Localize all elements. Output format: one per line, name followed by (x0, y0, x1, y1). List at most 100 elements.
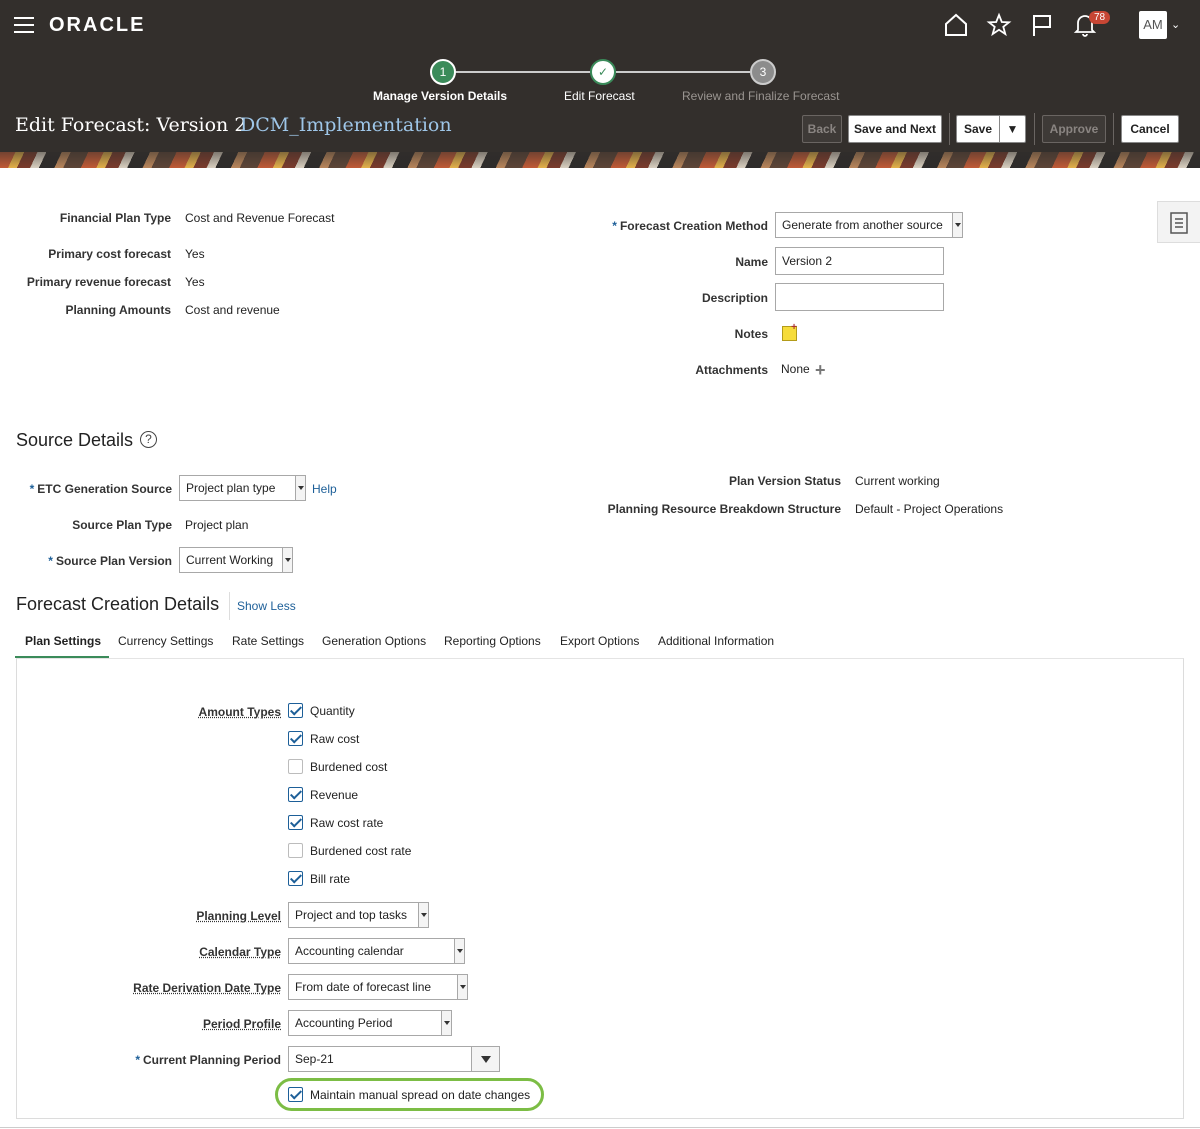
page-title: Edit Forecast: Version 2 (15, 114, 247, 136)
required-indicator: * (48, 554, 53, 568)
description-field[interactable] (775, 283, 944, 311)
calendar-type-select[interactable]: Accounting calendar (288, 938, 465, 964)
source-plan-version-select[interactable]: Current Working (179, 547, 293, 573)
heading-separator (229, 592, 230, 620)
save-and-next-button[interactable]: Save and Next (848, 115, 942, 143)
forecast-creation-method-select[interactable]: Generate from another source (775, 212, 963, 238)
raw-cost-checkbox[interactable] (288, 731, 303, 746)
current-planning-period-select[interactable]: Sep-21 (288, 1046, 500, 1072)
tab-generation-options[interactable]: Generation Options (322, 634, 426, 648)
dropdown-arrow-icon[interactable] (454, 939, 464, 963)
show-less-link[interactable]: Show Less (237, 599, 296, 613)
add-attachment-icon[interactable]: + (815, 361, 826, 379)
home-icon[interactable] (943, 12, 969, 38)
rate-derivation-date-type-label: Rate Derivation Date Type (133, 981, 281, 995)
train-step-1[interactable]: 1 (430, 59, 456, 85)
user-avatar[interactable]: AM (1139, 11, 1167, 39)
flag-icon[interactable] (1029, 12, 1055, 38)
notes-label: Notes (734, 327, 768, 341)
name-field[interactable]: Version 2 (775, 247, 944, 275)
dropdown-arrow-icon[interactable] (282, 548, 292, 572)
train-step-1-label[interactable]: Manage Version Details (373, 89, 507, 103)
description-label: Description (701, 291, 768, 305)
menu-icon[interactable] (14, 17, 34, 33)
prbs-value: Default - Project Operations (855, 502, 1004, 516)
primary-revenue-label: Primary revenue forecast (26, 275, 171, 289)
revenue-checkbox[interactable] (288, 787, 303, 802)
burdened-cost-rate-label: Burdened cost rate (310, 844, 412, 858)
source-details-heading: Source Details (16, 430, 134, 450)
chevron-down-icon[interactable]: ⌄ (1171, 18, 1180, 31)
attachments-label: Attachments (695, 363, 768, 377)
source-plan-type-value: Project plan (185, 518, 249, 532)
tab-rate-settings[interactable]: Rate Settings (232, 634, 304, 648)
dropdown-arrow-icon[interactable] (441, 1011, 451, 1035)
add-note-icon[interactable] (782, 322, 797, 341)
help-icon[interactable]: ? (140, 431, 157, 448)
period-profile-label: Period Profile (202, 1017, 281, 1031)
tab-export-options[interactable]: Export Options (560, 634, 639, 648)
train-step-2-checkmark-icon[interactable]: ✓ (590, 59, 616, 85)
source-plan-type-label: Source Plan Type (72, 518, 172, 532)
dropdown-arrow-icon[interactable] (418, 903, 428, 927)
raw-cost-rate-checkbox[interactable] (288, 815, 303, 830)
planning-level-select[interactable]: Project and top tasks (288, 902, 429, 928)
primary-revenue-value: Yes (185, 275, 205, 289)
save-button[interactable]: Save (956, 115, 1000, 143)
quantity-checkbox[interactable] (288, 703, 303, 718)
forecast-creation-method-label: * Forecast Creation Method (612, 219, 768, 233)
plan-version-status-value: Current working (855, 474, 940, 488)
current-planning-period-label: * Current Planning Period (135, 1053, 281, 1067)
primary-cost-value: Yes (185, 247, 205, 261)
plan-settings-panel (16, 658, 1184, 1119)
raw-cost-rate-label: Raw cost rate (310, 816, 384, 830)
side-panel-toggle[interactable] (1157, 201, 1200, 243)
primary-cost-label: Primary cost forecast (48, 247, 171, 261)
notifications-count-badge: 78 (1089, 11, 1111, 24)
etc-generation-source-label: * ETC Generation Source (29, 482, 172, 496)
caret-down-icon: ▼ (1006, 122, 1019, 136)
tab-reporting-options[interactable]: Reporting Options (444, 634, 541, 648)
tab-currency-settings[interactable]: Currency Settings (118, 634, 213, 648)
train-step-3[interactable]: 3 (750, 59, 776, 85)
dropdown-arrow-icon[interactable] (457, 975, 467, 999)
favorites-star-icon[interactable] (986, 12, 1012, 38)
amount-types-label: Amount Types (198, 705, 281, 719)
tab-plan-settings[interactable]: Plan Settings (25, 634, 101, 648)
document-list-icon (1170, 212, 1188, 234)
bill-rate-label: Bill rate (310, 872, 351, 886)
dropdown-arrow-icon[interactable] (471, 1047, 499, 1071)
maintain-manual-spread-label: Maintain manual spread on date changes (310, 1088, 531, 1102)
etc-generation-source-select[interactable]: Project plan type (179, 475, 306, 501)
planning-level-label: Planning Level (196, 909, 281, 923)
burdened-cost-checkbox[interactable] (288, 759, 303, 774)
dropdown-arrow-icon[interactable] (295, 476, 305, 500)
app-header: ORACLE 78 AM ⌄ 1 ✓ 3 Manage Version Deta… (0, 0, 1200, 168)
attachments-value: None (781, 362, 810, 376)
train-step-2-label[interactable]: Edit Forecast (564, 89, 635, 103)
burdened-cost-label: Burdened cost (310, 760, 388, 774)
burdened-cost-rate-checkbox[interactable] (288, 843, 303, 858)
back-button[interactable]: Back (802, 115, 842, 143)
required-indicator: * (612, 219, 617, 233)
decorative-banner (0, 152, 1200, 168)
toolbar-separator (1113, 113, 1114, 145)
financial-plan-type-value: Cost and Revenue Forecast (185, 211, 335, 225)
save-menu-dropdown-button[interactable]: ▼ (999, 115, 1026, 143)
page-subtitle: DCM_Implementation (240, 114, 452, 136)
rate-derivation-date-type-select[interactable]: From date of forecast line (288, 974, 468, 1000)
approve-button[interactable]: Approve (1042, 115, 1106, 143)
tab-additional-information[interactable]: Additional Information (658, 634, 774, 648)
dropdown-arrow-icon[interactable] (952, 213, 962, 237)
required-indicator: * (29, 482, 35, 496)
help-link[interactable]: Help (312, 482, 337, 496)
maintain-manual-spread-checkbox[interactable] (288, 1087, 303, 1102)
plan-version-status-label: Plan Version Status (728, 474, 841, 488)
toolbar-separator (949, 113, 950, 145)
period-profile-select[interactable]: Accounting Period (288, 1010, 452, 1036)
bill-rate-checkbox[interactable] (288, 871, 303, 886)
required-indicator: * (135, 1053, 140, 1067)
cancel-button[interactable]: Cancel (1121, 115, 1179, 143)
train-step-3-label[interactable]: Review and Finalize Forecast (682, 89, 839, 103)
train-connector (616, 71, 750, 73)
